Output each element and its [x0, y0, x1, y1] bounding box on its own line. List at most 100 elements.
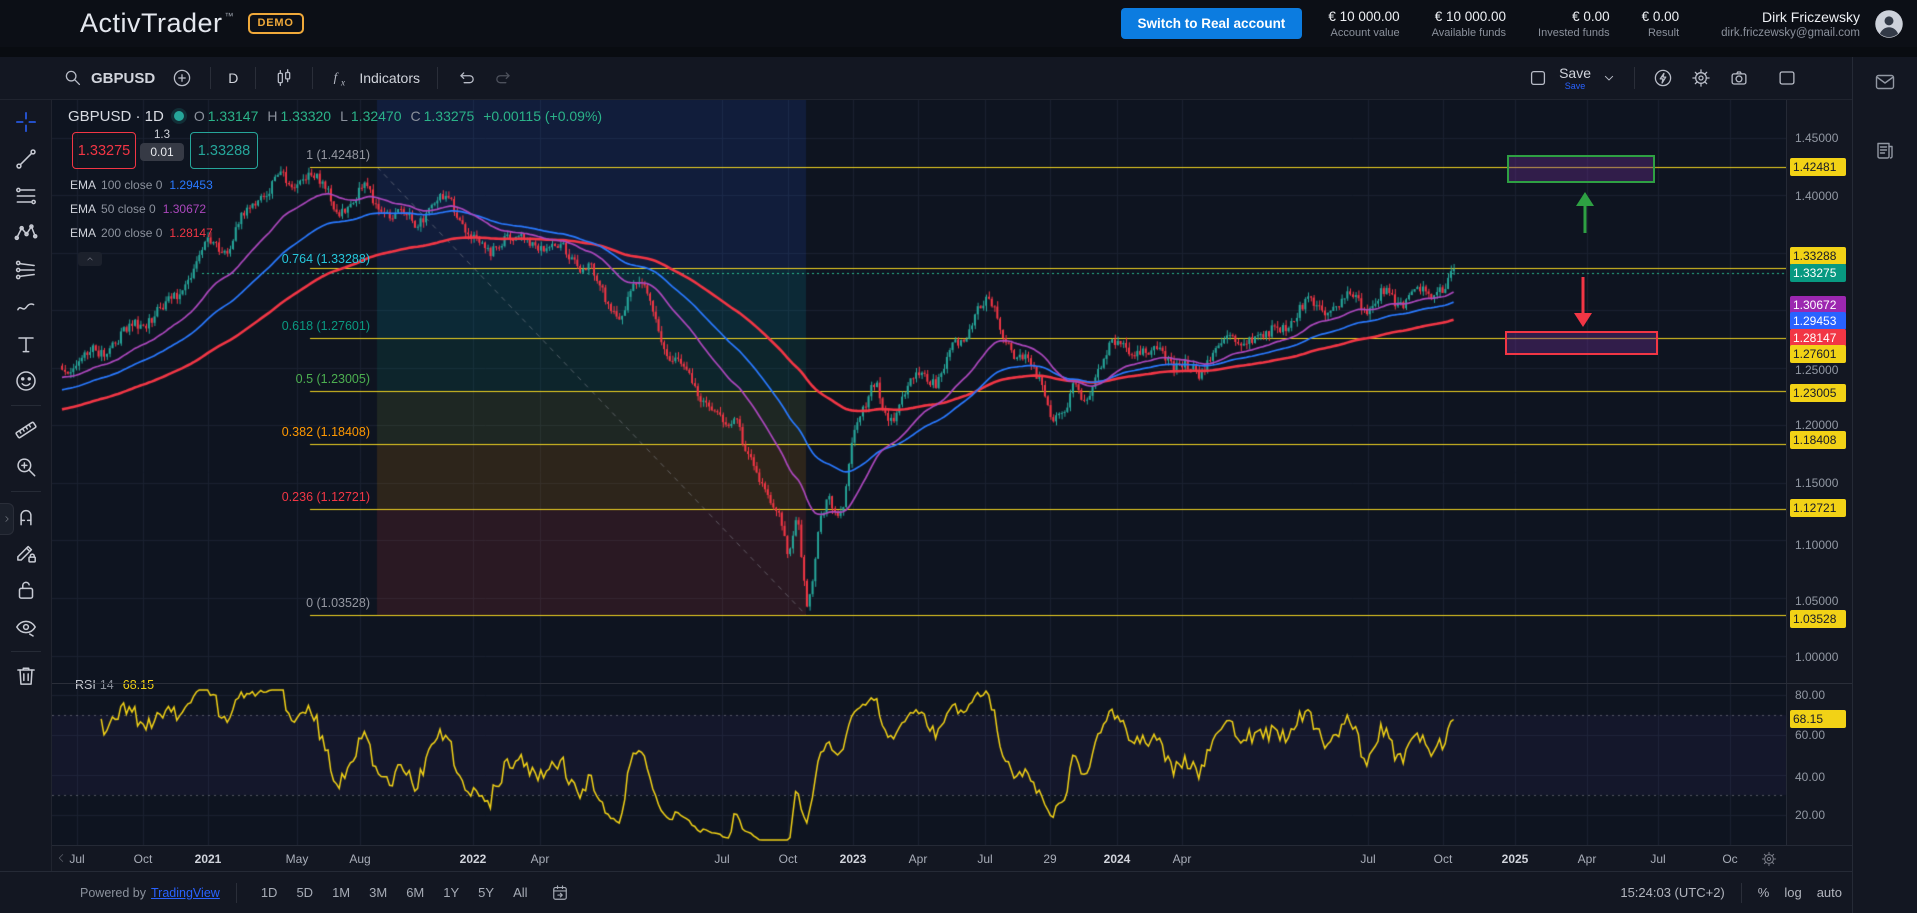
rsi-legend[interactable]: RSI1468.15: [75, 678, 154, 692]
legend-symbol-title[interactable]: GBPUSD · 1D: [68, 108, 164, 125]
time-axis-label: Apr: [909, 852, 928, 866]
chart-settings-gear-icon[interactable]: [1690, 67, 1712, 89]
toolbar-separator: [11, 491, 41, 492]
quick-trade-icon[interactable]: [1652, 67, 1674, 89]
chart-style-icon[interactable]: [273, 67, 295, 89]
text-tool[interactable]: [9, 327, 43, 361]
zoom-in-tool[interactable]: [9, 450, 43, 484]
axis-settings-gear-icon[interactable]: [1760, 850, 1778, 868]
user-name: Dirk Friczewsky: [1721, 9, 1860, 25]
switch-to-real-account-button[interactable]: Switch to Real account: [1121, 8, 1303, 39]
lock-all-drawings-tool[interactable]: [9, 573, 43, 607]
range-button-all[interactable]: All: [505, 882, 535, 903]
log-scale-button[interactable]: log: [1784, 885, 1801, 900]
time-axis[interactable]: JulOct2021MayAug2022AprJulOct2023AprJul2…: [52, 845, 1852, 871]
powered-by-label: Powered by: [80, 886, 146, 900]
multichart-layout-icon[interactable]: [1527, 67, 1549, 89]
toolbar-separator: [11, 405, 41, 406]
news-icon[interactable]: [1873, 138, 1897, 162]
ema-200-legend-row[interactable]: EMA200 close 01.28147: [70, 226, 213, 240]
stat-value: € 0.00: [1642, 9, 1680, 24]
price-axis-label: 1.10000: [1795, 538, 1838, 552]
save-menu-chevron-down-icon[interactable]: [1601, 70, 1617, 86]
toolbar-separator: [210, 67, 211, 89]
range-button-5d[interactable]: 5D: [288, 882, 321, 903]
green-rectangle-drawing[interactable]: [1507, 155, 1655, 183]
range-button-1m[interactable]: 1M: [324, 882, 358, 903]
projection-tool[interactable]: [9, 253, 43, 287]
price-axis-label: 1.40000: [1795, 189, 1838, 203]
redo-icon[interactable]: [493, 67, 515, 89]
ohlc-value: 1.32470: [351, 108, 402, 124]
hide-drawings-tool[interactable]: [9, 610, 43, 644]
time-axis-collapse-icon[interactable]: [54, 851, 68, 865]
undo-icon[interactable]: [455, 67, 477, 89]
save-button[interactable]: Save Save: [1559, 66, 1591, 91]
horizontal-lines-tool[interactable]: [9, 179, 43, 213]
time-axis-label: Jul: [69, 852, 84, 866]
drawing-toolbar-collapse-handle[interactable]: [0, 503, 14, 535]
mail-icon[interactable]: [1873, 70, 1897, 94]
time-axis-label: 2022: [460, 852, 487, 866]
rsi-period: 14: [100, 678, 114, 692]
time-axis-label: 29: [1043, 852, 1056, 866]
ema-50-legend-row[interactable]: EMA50 close 01.30672: [70, 202, 206, 216]
activtrader-app: ActivTrader ™ DEMO Switch to Real accoun…: [0, 0, 1917, 913]
crosshair-tool[interactable]: [9, 105, 43, 139]
ohlc-key: L: [340, 108, 348, 124]
measure-tool[interactable]: [9, 413, 43, 447]
legend-collapse-button[interactable]: [78, 252, 102, 266]
panel-toggle-icon[interactable]: [1776, 67, 1798, 89]
trend-line-tool[interactable]: [9, 142, 43, 176]
stat-label: Result: [1642, 27, 1680, 39]
price-axis-label: 1.20000: [1795, 418, 1838, 432]
pane-separator[interactable]: [52, 683, 1852, 684]
chart-toolbar: GBPUSD D fx Indicators Save Save: [0, 57, 1852, 100]
emoji-tool[interactable]: [9, 364, 43, 398]
time-axis-label: Oct: [779, 852, 798, 866]
red-rectangle-drawing[interactable]: [1505, 331, 1658, 355]
chart-plot-area[interactable]: GBPUSD · 1D O1.33147H1.33320L1.32470C1.3…: [52, 100, 1786, 845]
toolbar-separator: [1634, 67, 1635, 89]
right-sidebar: [1852, 57, 1917, 913]
ohlc-key: H: [267, 108, 277, 124]
tradingview-link[interactable]: TradingView: [151, 886, 220, 900]
symbol-search-button[interactable]: GBPUSD: [54, 63, 163, 93]
range-button-5y[interactable]: 5Y: [470, 882, 502, 903]
account-stat: € 0.00 Result: [1642, 9, 1680, 39]
price-axis-badge: 1.33288: [1790, 247, 1846, 265]
sell-price-button[interactable]: 1.33275: [72, 132, 136, 169]
spread-indicator: 1.3 0.01: [140, 129, 184, 161]
brush-tool[interactable]: [9, 290, 43, 324]
drawing-edit-lock-tool[interactable]: [9, 536, 43, 570]
percent-scale-button[interactable]: %: [1758, 885, 1770, 900]
svg-text:x: x: [340, 77, 345, 87]
range-button-3m[interactable]: 3M: [361, 882, 395, 903]
fx-icon: fx: [330, 67, 352, 89]
range-button-1y[interactable]: 1Y: [435, 882, 467, 903]
ema-100-legend-row[interactable]: EMA100 close 01.29453: [70, 178, 213, 192]
timeframe-button[interactable]: D: [220, 66, 246, 90]
avatar[interactable]: [1874, 9, 1904, 39]
range-button-6m[interactable]: 6M: [398, 882, 432, 903]
buy-price-button[interactable]: 1.33288: [190, 132, 258, 169]
range-button-1d[interactable]: 1D: [253, 882, 286, 903]
user-info[interactable]: Dirk Friczewsky dirk.friczewsky@gmail.co…: [1721, 9, 1860, 39]
auto-scale-button[interactable]: auto: [1817, 885, 1842, 900]
price-axis-badge: 1.29453: [1790, 312, 1846, 330]
stat-value: € 10 000.00: [1432, 9, 1506, 24]
save-label: Save: [1559, 66, 1591, 80]
clock-label[interactable]: 15:24:03 (UTC+2): [1620, 885, 1724, 900]
user-email: dirk.friczewsky@gmail.com: [1721, 27, 1860, 39]
topbar-right: Switch to Real account € 10 000.00Accoun…: [1121, 8, 1917, 39]
time-axis-label: Oct: [1434, 852, 1453, 866]
go-to-date-calendar-icon[interactable]: [550, 883, 570, 903]
snapshot-camera-icon[interactable]: [1728, 67, 1750, 89]
indicators-button[interactable]: fx Indicators: [322, 63, 428, 93]
price-chart-canvas[interactable]: [52, 100, 1786, 845]
chart-legend: GBPUSD · 1D O1.33147H1.33320L1.32470C1.3…: [68, 106, 602, 126]
pattern-tool[interactable]: [9, 216, 43, 250]
remove-drawings-tool[interactable]: [9, 659, 43, 693]
price-axis[interactable]: 1.450001.424811.400001.332881.332751.306…: [1786, 100, 1852, 845]
compare-add-icon[interactable]: [171, 67, 193, 89]
